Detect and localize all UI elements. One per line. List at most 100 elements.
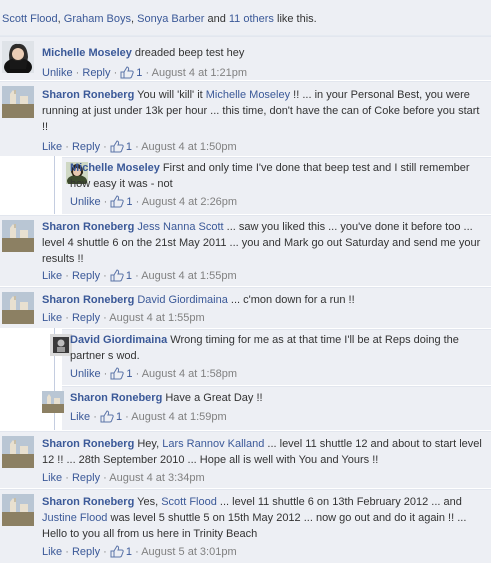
- avatar[interactable]: [2, 436, 34, 468]
- comment-body: Sharon Roneberg Have a Great Day !!: [70, 390, 488, 406]
- thumbs-up-icon[interactable]: [110, 545, 124, 558]
- comment-author[interactable]: Sharon Roneberg: [42, 221, 134, 233]
- dot-separator: ·: [113, 67, 118, 79]
- avatar[interactable]: [2, 292, 34, 324]
- dot-separator: ·: [93, 411, 97, 423]
- mention-link[interactable]: Justine Flood: [42, 512, 107, 524]
- timestamp[interactable]: August 4 at 1:50pm: [141, 141, 236, 153]
- like-count[interactable]: 1: [136, 67, 142, 79]
- dot-separator: ·: [103, 368, 108, 380]
- like-link[interactable]: Like: [42, 312, 62, 324]
- like-link[interactable]: Like: [42, 472, 62, 484]
- comment-actions: Like · Reply · 1 · August 4 at 1:50pm: [42, 139, 237, 155]
- like-count[interactable]: 1: [126, 368, 132, 380]
- unlike-link[interactable]: Unlike: [42, 67, 73, 79]
- comment: Sharon Roneberg Yes, Scott Flood ... lev…: [0, 489, 491, 563]
- reply-link[interactable]: Reply: [72, 472, 100, 484]
- reply-link[interactable]: Reply: [72, 546, 100, 558]
- comment-text: dreaded beep test hey: [131, 47, 245, 59]
- avatar[interactable]: [2, 86, 34, 118]
- liker-link[interactable]: Sonya Barber: [137, 13, 204, 25]
- dot-separator: ·: [135, 141, 139, 153]
- like-count[interactable]: 1: [116, 411, 122, 423]
- comment: Sharon Roneberg Hey, Lars Rannov Kalland…: [0, 431, 491, 488]
- comment-author[interactable]: Sharon Roneberg: [42, 89, 134, 101]
- timestamp[interactable]: August 4 at 2:26pm: [142, 196, 237, 208]
- thumbs-up-icon[interactable]: [110, 367, 125, 380]
- likes-summary: Scott Flood, Graham Boys, Sonya Barber a…: [0, 0, 491, 36]
- liker-link[interactable]: Graham Boys: [64, 13, 131, 25]
- reply-comment: Michelle Moseley First and only time I'v…: [62, 157, 491, 214]
- comment-text: Have a Great Day !!: [162, 392, 263, 404]
- comment-actions: Like · Reply · August 4 at 1:55pm: [42, 310, 205, 326]
- thumbs-up-icon[interactable]: [110, 269, 124, 282]
- timestamp[interactable]: August 5 at 3:01pm: [141, 546, 236, 558]
- timestamp[interactable]: August 4 at 1:55pm: [109, 312, 204, 324]
- comment-author[interactable]: David Giordimaina: [70, 334, 167, 346]
- reply-link[interactable]: Reply: [72, 141, 100, 153]
- dot-separator: ·: [103, 546, 107, 558]
- mention-link[interactable]: Jess Nanna Scott: [137, 221, 223, 233]
- comment-author[interactable]: Sharon Roneberg: [42, 496, 134, 508]
- like-count[interactable]: 1: [126, 546, 132, 558]
- like-count[interactable]: 1: [126, 270, 132, 282]
- dot-separator: ·: [75, 67, 80, 79]
- comment-body: Sharon Roneberg You will 'kill' it Miche…: [42, 87, 486, 135]
- comment-body: Michelle Moseley First and only time I'v…: [70, 160, 488, 192]
- comment-actions: Unlike · 1 · August 4 at 1:58pm: [70, 366, 237, 382]
- comment-author[interactable]: Michelle Moseley: [42, 47, 132, 59]
- liker-link[interactable]: Scott Flood: [2, 13, 58, 25]
- reply-link[interactable]: Reply: [72, 270, 100, 282]
- comment-actions: Unlike · 1 · August 4 at 2:26pm: [70, 194, 237, 210]
- timestamp[interactable]: August 4 at 1:58pm: [142, 368, 237, 380]
- like-count[interactable]: 1: [126, 141, 132, 153]
- others-link[interactable]: 11 others: [229, 13, 274, 25]
- comment: Sharon Roneberg David Giordimaina ... c'…: [0, 287, 491, 328]
- avatar[interactable]: [2, 494, 34, 526]
- mention-link[interactable]: Scott Flood: [161, 496, 217, 508]
- like-link[interactable]: Like: [42, 546, 62, 558]
- comment-body: Sharon Roneberg David Giordimaina ... c'…: [42, 292, 486, 308]
- comment-actions: Unlike · Reply · 1 · August 4 at 1:21pm: [42, 65, 247, 81]
- mention-link[interactable]: Michelle Moseley: [206, 89, 290, 101]
- dot-separator: ·: [145, 67, 150, 79]
- comment-author[interactable]: Sharon Roneberg: [42, 438, 134, 450]
- comment-author[interactable]: Sharon Roneberg: [70, 392, 162, 404]
- comment-text: Hey,: [134, 438, 163, 450]
- dot-separator: ·: [65, 141, 69, 153]
- reply-link[interactable]: Reply: [82, 67, 110, 79]
- comment-actions: Like · Reply · 1 · August 4 at 1:55pm: [42, 268, 237, 284]
- avatar[interactable]: [2, 41, 34, 73]
- comment-text: You will 'kill' it: [134, 89, 206, 101]
- mention-link[interactable]: David Giordimaina: [137, 294, 227, 306]
- comment-body: Sharon Roneberg Jess Nanna Scott ... saw…: [42, 219, 486, 267]
- thumbs-up-icon[interactable]: [120, 66, 134, 79]
- unlike-link[interactable]: Unlike: [70, 368, 101, 380]
- timestamp[interactable]: August 4 at 3:34pm: [109, 472, 204, 484]
- dot-separator: ·: [135, 546, 139, 558]
- timestamp[interactable]: August 4 at 1:21pm: [152, 67, 247, 79]
- mention-link[interactable]: Lars Rannov Kalland: [162, 438, 264, 450]
- timestamp[interactable]: August 4 at 1:59pm: [131, 411, 226, 423]
- like-link[interactable]: Like: [70, 411, 90, 423]
- comment-body: Michelle Moseley dreaded beep test hey: [42, 45, 482, 61]
- reply-thread-line: [54, 156, 55, 214]
- thumbs-up-icon[interactable]: [110, 140, 124, 153]
- comment-body: Sharon Roneberg Hey, Lars Rannov Kalland…: [42, 436, 486, 468]
- avatar[interactable]: [50, 334, 72, 356]
- like-link[interactable]: Like: [42, 270, 62, 282]
- avatar[interactable]: [2, 220, 34, 252]
- thumbs-up-icon[interactable]: [110, 195, 125, 208]
- comment-author[interactable]: Michelle Moseley: [70, 162, 160, 174]
- reply-comment: David Giordimaina Wrong timing for me as…: [50, 329, 491, 385]
- reply-link[interactable]: Reply: [72, 312, 100, 324]
- dot-separator: ·: [103, 141, 107, 153]
- like-link[interactable]: Like: [42, 141, 62, 153]
- timestamp[interactable]: August 4 at 1:55pm: [141, 270, 236, 282]
- like-count[interactable]: 1: [126, 196, 132, 208]
- comment-author[interactable]: Sharon Roneberg: [42, 294, 134, 306]
- thumbs-up-icon[interactable]: [100, 410, 114, 423]
- avatar[interactable]: [42, 391, 64, 413]
- unlike-link[interactable]: Unlike: [70, 196, 101, 208]
- comment-actions: Like · Reply · 1 · August 5 at 3:01pm: [42, 544, 237, 560]
